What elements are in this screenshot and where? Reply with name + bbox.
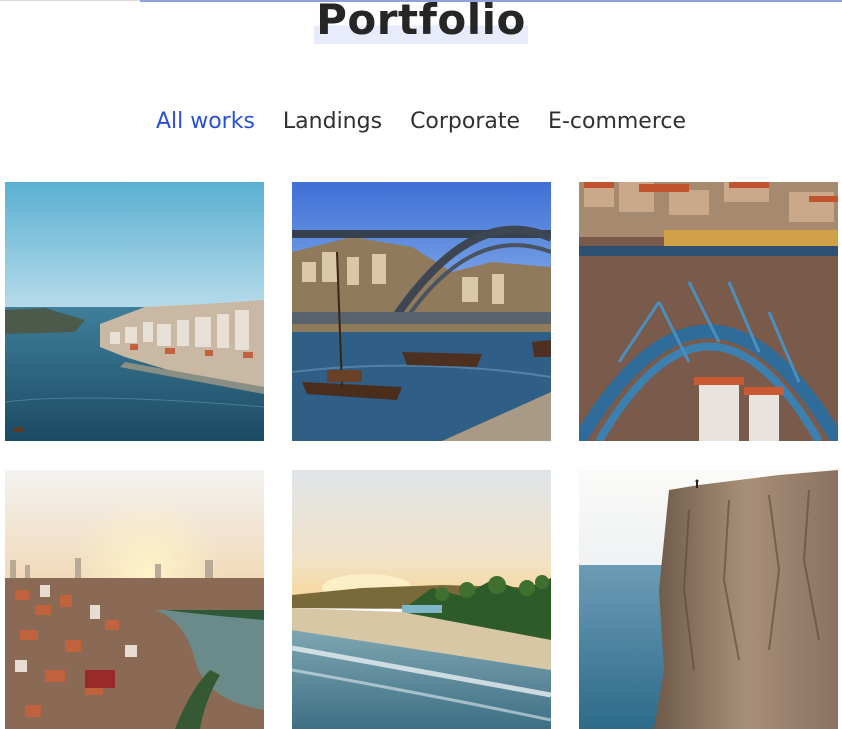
portfolio-item-beach-sunrise[interactable] [292, 470, 551, 729]
river-city-image [5, 182, 264, 441]
page-title-text: Portfolio [314, 0, 528, 44]
filter-tab-all-works[interactable]: All works [156, 107, 255, 137]
page-title: Portfolio [0, 0, 842, 46]
portfolio-item-sea-cliff[interactable] [579, 470, 838, 729]
steel-bridge-image [579, 182, 838, 441]
bridge-boats-image [292, 182, 551, 441]
aerial-city-image [5, 470, 264, 729]
portfolio-item-river-city[interactable] [5, 182, 264, 441]
beach-sunrise-image [292, 470, 551, 729]
portfolio-item-steel-bridge[interactable] [579, 182, 838, 441]
filter-tab-corporate[interactable]: Corporate [410, 107, 520, 137]
portfolio-filter-tabs: All works Landings Corporate E-commerce [0, 107, 842, 137]
portfolio-item-bridge-boats[interactable] [292, 182, 551, 441]
portfolio-item-aerial-city[interactable] [5, 470, 264, 729]
filter-tab-landings[interactable]: Landings [283, 107, 382, 137]
filter-tab-e-commerce[interactable]: E-commerce [548, 107, 686, 137]
sea-cliff-image [579, 470, 838, 729]
